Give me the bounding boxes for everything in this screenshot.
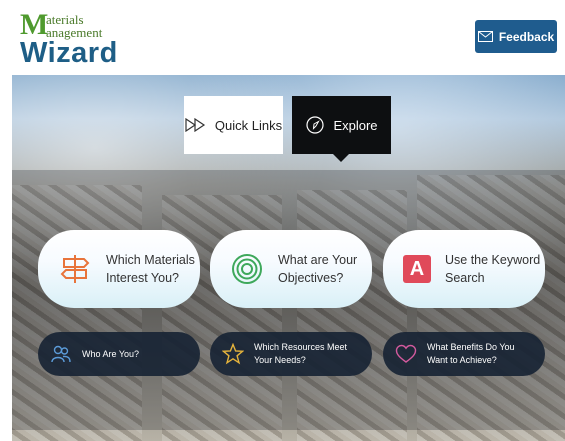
signpost-icon xyxy=(58,252,92,286)
people-icon xyxy=(50,343,72,365)
which-resources-label: Which Resources Meet Your Needs? xyxy=(254,342,348,365)
compass-icon xyxy=(306,116,325,134)
heart-icon xyxy=(395,343,417,365)
hero-banner: Quick Links Explore Which Materials Inte… xyxy=(12,75,565,441)
who-are-you-label: Who Are You? xyxy=(82,348,140,359)
objectives-card[interactable]: What are Your Objectives? xyxy=(210,230,372,308)
keyword-search-card[interactable]: A Use the Keyword Search xyxy=(383,230,545,308)
which-materials-label: Which Materials Interest You? xyxy=(106,253,195,285)
explore-toggle[interactable]: Explore xyxy=(292,96,391,162)
fast-forward-icon xyxy=(185,118,205,132)
materials-management-wizard-logo[interactable]: M aterials anagement Wizard xyxy=(20,8,130,69)
keyword-search-label: Use the Keyword Search xyxy=(445,253,541,285)
which-materials-card[interactable]: Which Materials Interest You? xyxy=(38,230,200,308)
letter-a-icon: A xyxy=(403,255,431,283)
objectives-label: What are Your Objectives? xyxy=(278,253,358,285)
star-icon xyxy=(222,343,244,365)
logo-m: M xyxy=(20,8,49,41)
feedback-button[interactable]: Feedback xyxy=(475,20,557,53)
what-benefits-label: What Benefits Do You Want to Achieve? xyxy=(427,342,515,365)
feedback-label: Feedback xyxy=(498,29,555,44)
quick-links-toggle[interactable]: Quick Links xyxy=(184,96,283,154)
envelope-icon xyxy=(477,31,493,42)
who-are-you-option[interactable]: Who Are You? xyxy=(38,332,200,376)
quick-links-label: Quick Links xyxy=(214,117,283,133)
which-resources-option[interactable]: Which Resources Meet Your Needs? xyxy=(210,332,372,376)
explore-label: Explore xyxy=(333,117,378,133)
what-benefits-option[interactable]: What Benefits Do You Want to Achieve? xyxy=(383,332,545,376)
logo-wizard: Wizard xyxy=(20,37,118,69)
target-icon xyxy=(230,252,264,286)
